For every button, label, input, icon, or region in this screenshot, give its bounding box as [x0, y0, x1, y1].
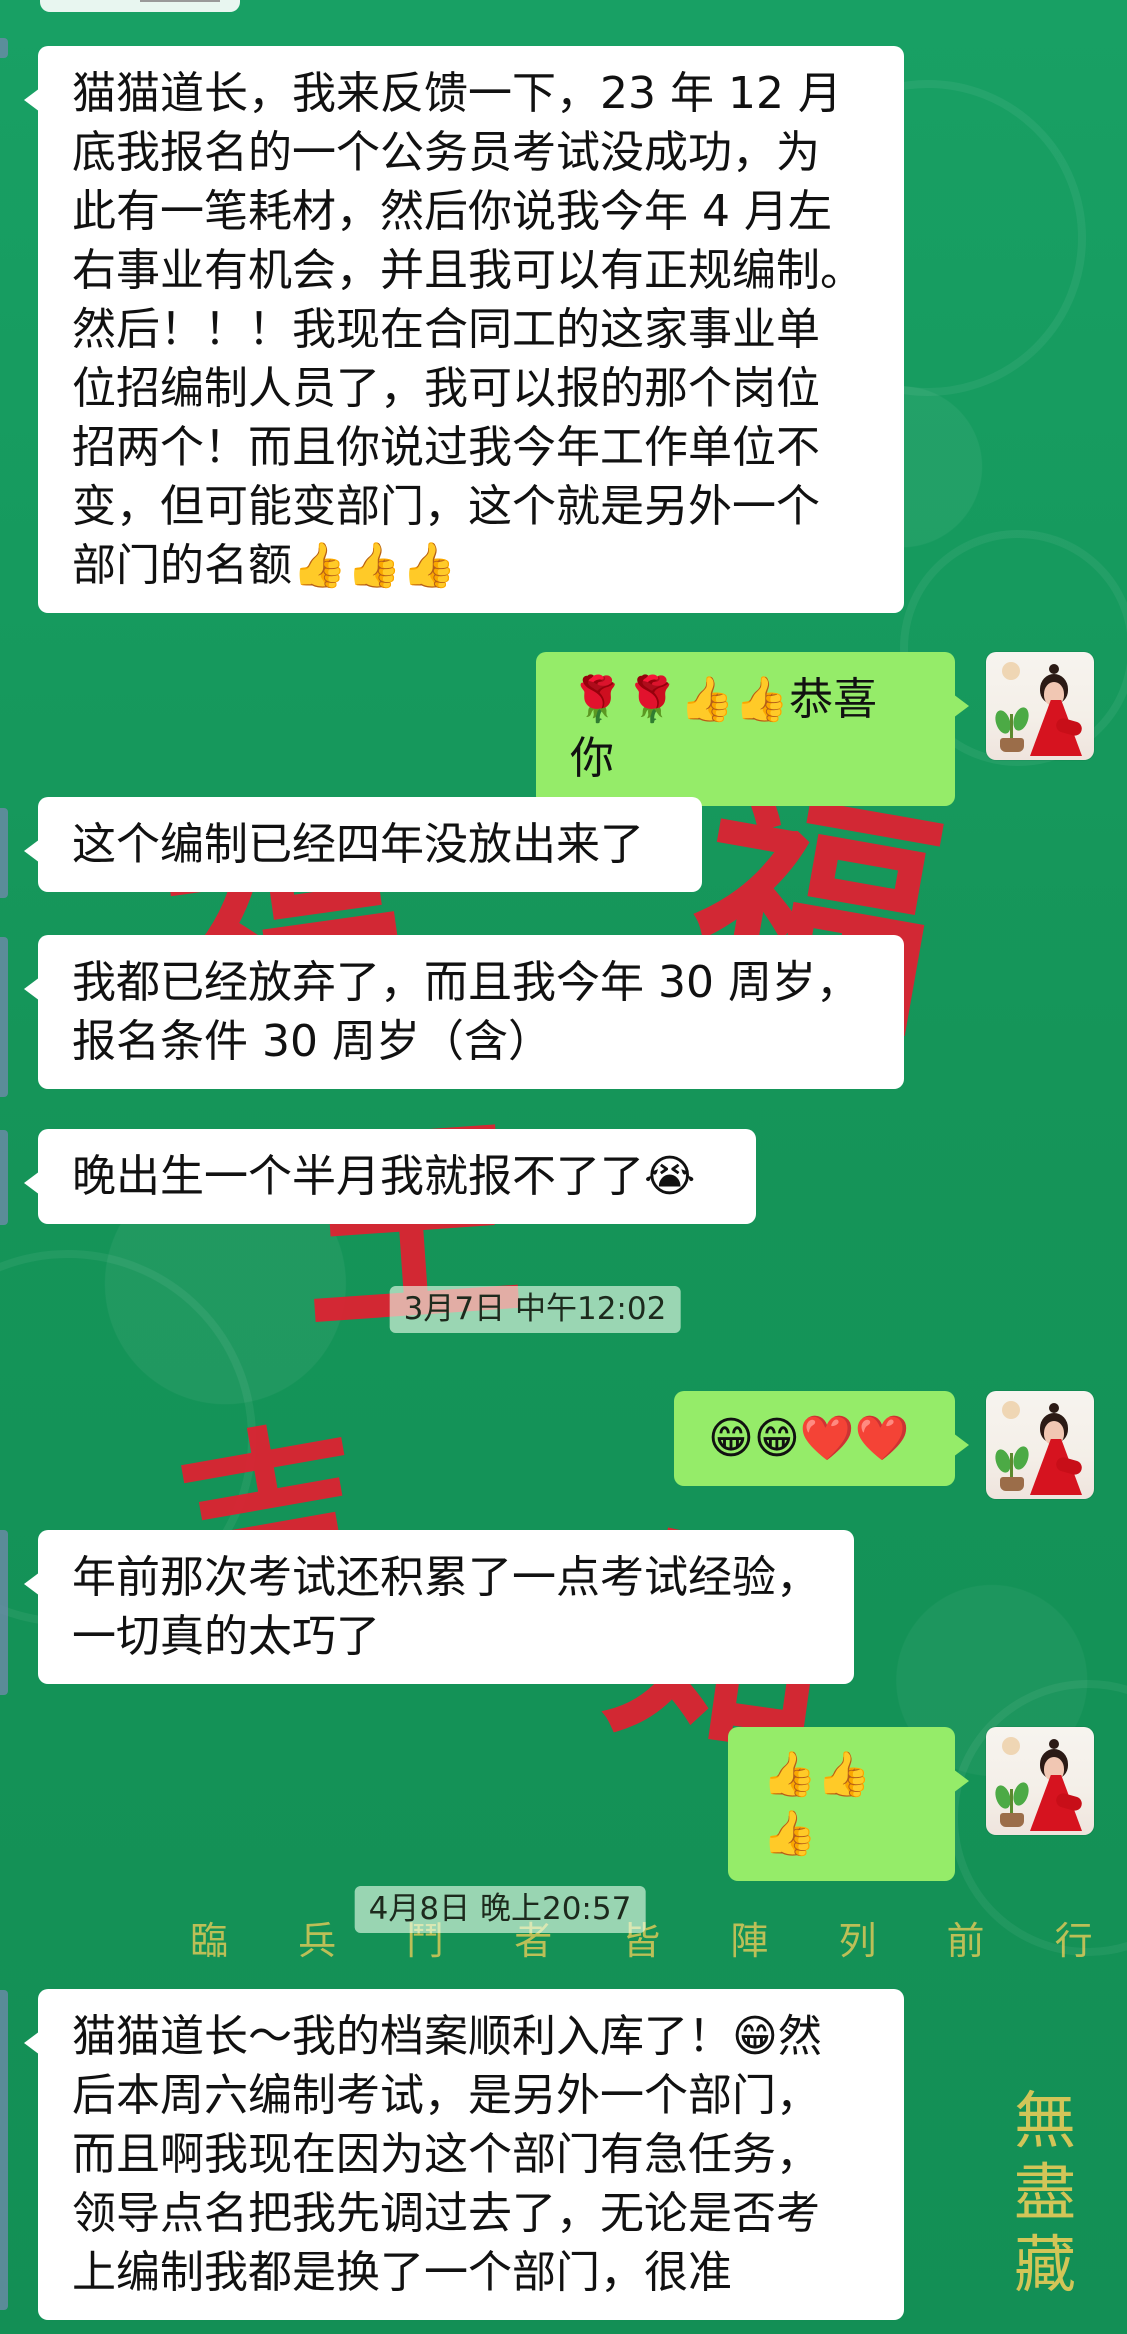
- avatar-sun: [1002, 662, 1020, 680]
- outgoing-message[interactable]: 👍👍👍: [728, 1727, 969, 1881]
- incoming-message[interactable]: 晚出生一个半月我就报不了了😭: [24, 1129, 756, 1224]
- avatar-icon[interactable]: [986, 652, 1094, 760]
- outgoing-message[interactable]: 😁😁❤️❤️: [674, 1391, 969, 1486]
- timestamp: 4月8日 晚上20:57: [354, 1886, 646, 1933]
- left-rail-marker: [0, 808, 8, 898]
- avatar-plant-pot: [1000, 1477, 1024, 1491]
- avatar-sun: [1002, 1737, 1020, 1755]
- avatar-icon[interactable]: [986, 1727, 1094, 1835]
- avatar-plant-pot: [1000, 738, 1024, 752]
- avatar-icon[interactable]: [986, 1391, 1094, 1499]
- background-gold-text: 臨 兵 鬥 者 皆 陣 列 前 行: [190, 1919, 1122, 1963]
- incoming-message[interactable]: 年前那次考试还积累了一点考试经验， 一切真的太巧了: [24, 1530, 854, 1684]
- incoming-message[interactable]: 猫猫道长，我来反馈一下，23 年 12 月 底我报名的一个公务员考试没成功，为 …: [24, 46, 904, 613]
- avatar-sun: [1002, 1401, 1020, 1419]
- incoming-message[interactable]: 这个编制已经四年没放出来了: [24, 797, 702, 892]
- left-rail-marker: [0, 1990, 8, 2310]
- outgoing-message[interactable]: 🌹🌹👍👍恭喜你: [536, 652, 969, 806]
- previous-message-sliver: [40, 0, 240, 12]
- avatar-plant-pot: [1000, 1813, 1024, 1827]
- timestamp: 3月7日 中午12:02: [389, 1286, 681, 1333]
- incoming-message[interactable]: 我都已经放弃了，而且我今年 30 周岁， 报名条件 30 周岁（含）: [24, 935, 904, 1089]
- left-rail-marker: [0, 937, 8, 1097]
- avatar-hair-bun: [1049, 1739, 1059, 1749]
- left-rail-marker: [0, 1130, 8, 1225]
- left-rail-marker: [0, 1530, 8, 1695]
- left-rail-marker: [0, 38, 8, 58]
- avatar-hair-bun: [1049, 664, 1059, 674]
- avatar-hair-bun: [1049, 1403, 1059, 1413]
- incoming-message[interactable]: 猫猫道长～我的档案顺利入库了！😁然 后本周六编制考试，是另外一个部门， 而且啊我…: [24, 1989, 904, 2320]
- background-gold-vertical-text: 無 盡 藏: [1013, 2084, 1076, 2301]
